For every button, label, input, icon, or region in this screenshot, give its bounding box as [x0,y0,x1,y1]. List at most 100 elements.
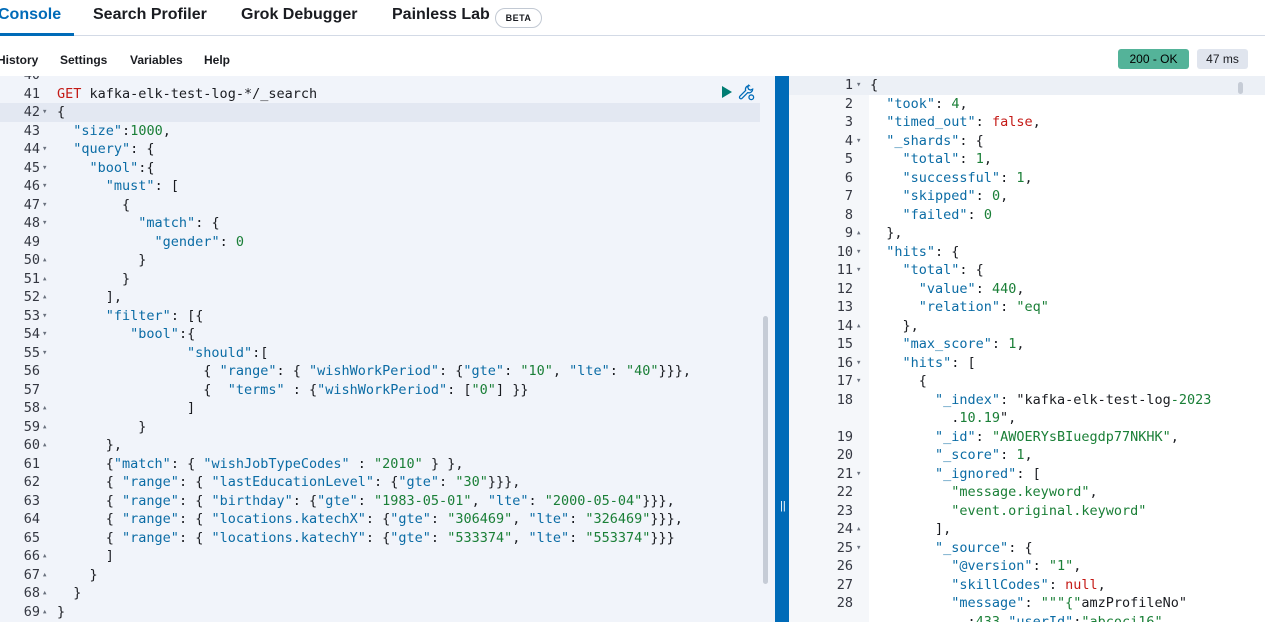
fold-collapse-icon[interactable]: ▾ [856,465,861,484]
fold-collapse-icon[interactable]: ▾ [42,177,47,196]
code-text: ], [870,521,952,537]
play-icon[interactable] [722,86,732,98]
fold-collapse-icon[interactable]: ▾ [856,132,861,151]
fold-collapse-icon[interactable]: ▾ [856,261,861,280]
fold-collapse-icon[interactable]: ▾ [42,140,47,159]
code-text: "match": { [138,215,220,231]
code-line: 10 ▾ "hits": { [789,243,1265,262]
fold-expand-icon[interactable]: ▴ [42,418,47,437]
fold-collapse-icon[interactable]: ▾ [856,354,861,373]
code-line: 51 ▴ } [0,270,760,289]
line-number: 8 [844,206,853,223]
fold-expand-icon[interactable]: ▴ [856,520,861,539]
code-text: :433,"userId":"abcoci16" [870,613,1163,622]
fold-collapse-icon[interactable]: ▾ [42,159,47,178]
menu-variables[interactable]: Variables [130,53,183,67]
line-number: 58 [23,400,40,416]
code-line: 57 { "terms" : {"wishWorkPeriod": ["0"] … [0,381,760,400]
request-scrollbar[interactable] [763,316,768,584]
fold-collapse-icon[interactable]: ▾ [856,243,861,262]
request-editor[interactable]: 4041GET kafka-elk-test-log-*/_search42▾{… [0,76,775,622]
line-number: 68 [23,585,40,601]
code-line: 2 "took": 4, [789,95,1265,114]
code-text: "took": 4, [886,95,968,112]
code-text: "_id": "AWOERYsBIuegdp77NKHK", [935,428,1179,445]
line-number: 7 [844,188,853,204]
fold-expand-icon[interactable]: ▴ [42,251,47,270]
code-line: 68 ▴ } [0,584,760,603]
menu-settings[interactable]: Settings [60,53,107,67]
fold-collapse-icon[interactable]: ▾ [42,196,47,215]
line-number: 57 [23,381,40,398]
code-text: "_index": "kafka-elk-test-log-2023 [935,391,1212,408]
code-text: "relation": "eq" [918,299,1049,315]
code-line: 1 ▾ { [789,76,1265,95]
code-line: 60 ▴ }, [0,436,760,455]
code-line: 61 {"match": { "wishJobTypeCodes" : "201… [0,455,760,474]
line-number: 28 [836,595,853,611]
fold-expand-icon[interactable]: ▴ [42,547,47,566]
tab-grok-debugger[interactable]: Grok Debugger [241,6,357,24]
fold-collapse-icon[interactable]: ▾ [856,372,861,391]
wrench-icon[interactable] [738,84,755,101]
code-text: } [57,252,147,268]
line-number: 27 [836,576,853,593]
code-text: {"match": { "wishJobTypeCodes" : "2010" … [57,455,464,472]
fold-expand-icon[interactable]: ▴ [856,224,861,243]
request-time-badge: 47 ms [1197,49,1248,69]
tab-console[interactable]: Console [0,6,61,24]
fold-expand-icon[interactable]: ▴ [42,566,47,585]
fold-collapse-icon[interactable]: ▾ [856,539,861,558]
code-text: ], [57,289,123,305]
code-line: 43 "size":1000, [0,122,760,141]
fold-expand-icon[interactable]: ▴ [42,399,47,418]
code-text: "_shards": { [886,132,984,149]
code-text: { [870,373,927,389]
code-text: "@version": "1", [951,558,1082,574]
code-line: 5 "total": 1, [789,150,1265,169]
code-text: } [57,418,147,435]
line-number: 1 [844,77,853,93]
code-text: { "range": { "lastEducationLevel": {"gte… [57,474,521,490]
menu-history[interactable]: History [0,53,38,67]
code-text: "filter": [{ [105,307,204,324]
console-menu-bar: History Settings Variables Help [0,36,1265,76]
code-line: 59 ▴ } [0,418,760,437]
fold-expand-icon[interactable]: ▴ [42,288,47,307]
code-text: { "range": { "locations.katechY": {"gte"… [57,529,675,546]
line-number: 3 [844,114,853,130]
line-number: 2 [844,95,853,112]
code-text: } [57,270,131,287]
fold-expand-icon[interactable]: ▴ [42,436,47,455]
fold-collapse-icon[interactable]: ▾ [42,325,47,344]
fold-expand-icon[interactable]: ▴ [42,270,47,289]
resizer-grip-icon: || [780,500,786,512]
line-number: 24 [836,521,853,537]
line-number: 50 [23,252,40,268]
code-text: .10.19", [870,410,1017,426]
tab-painless-lab[interactable]: Painless Lab [392,6,490,24]
line-number: 64 [23,511,40,527]
code-line: 56 { "range": { "wishWorkPeriod": {"gte"… [0,362,760,381]
response-scrollbar[interactable] [1238,82,1243,94]
fold-collapse-icon[interactable]: ▾ [42,214,47,233]
line-number: 44 [23,141,40,157]
line-number: 13 [836,299,853,315]
code-text: GET kafka-elk-test-log-*/_search [57,85,318,102]
code-line: 45 ▾ "bool":{ [0,159,760,178]
code-line: 20 "_score": 1, [789,446,1265,465]
menu-help[interactable]: Help [204,53,230,67]
fold-expand-icon[interactable]: ▴ [856,317,861,336]
fold-collapse-icon[interactable]: ▾ [42,344,47,363]
code-line: 23 "event.original.keyword" [789,502,1265,521]
line-number: 26 [836,558,853,574]
response-viewer[interactable]: 1 ▾{2 "took": 4, 3 "timed_out": false, 4 ▾ "… [789,76,1265,622]
fold-collapse-icon[interactable]: ▾ [856,76,861,95]
fold-collapse-icon[interactable]: ▾ [42,103,47,122]
fold-expand-icon[interactable]: ▴ [42,603,47,622]
tab-search-profiler[interactable]: Search Profiler [93,6,207,24]
line-number: 56 [23,363,40,379]
fold-collapse-icon[interactable]: ▾ [42,307,47,326]
pane-resizer[interactable]: || [775,76,789,622]
fold-expand-icon[interactable]: ▴ [42,584,47,603]
